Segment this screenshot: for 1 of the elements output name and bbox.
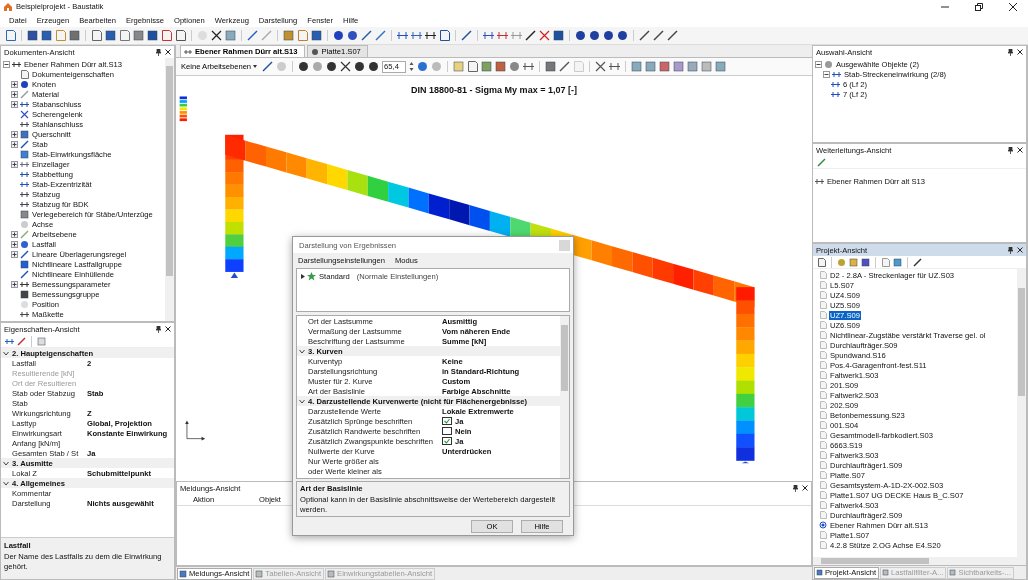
chart-title: DIN 18800-81 - Sigma My max = 1,07 [-] (411, 85, 577, 95)
